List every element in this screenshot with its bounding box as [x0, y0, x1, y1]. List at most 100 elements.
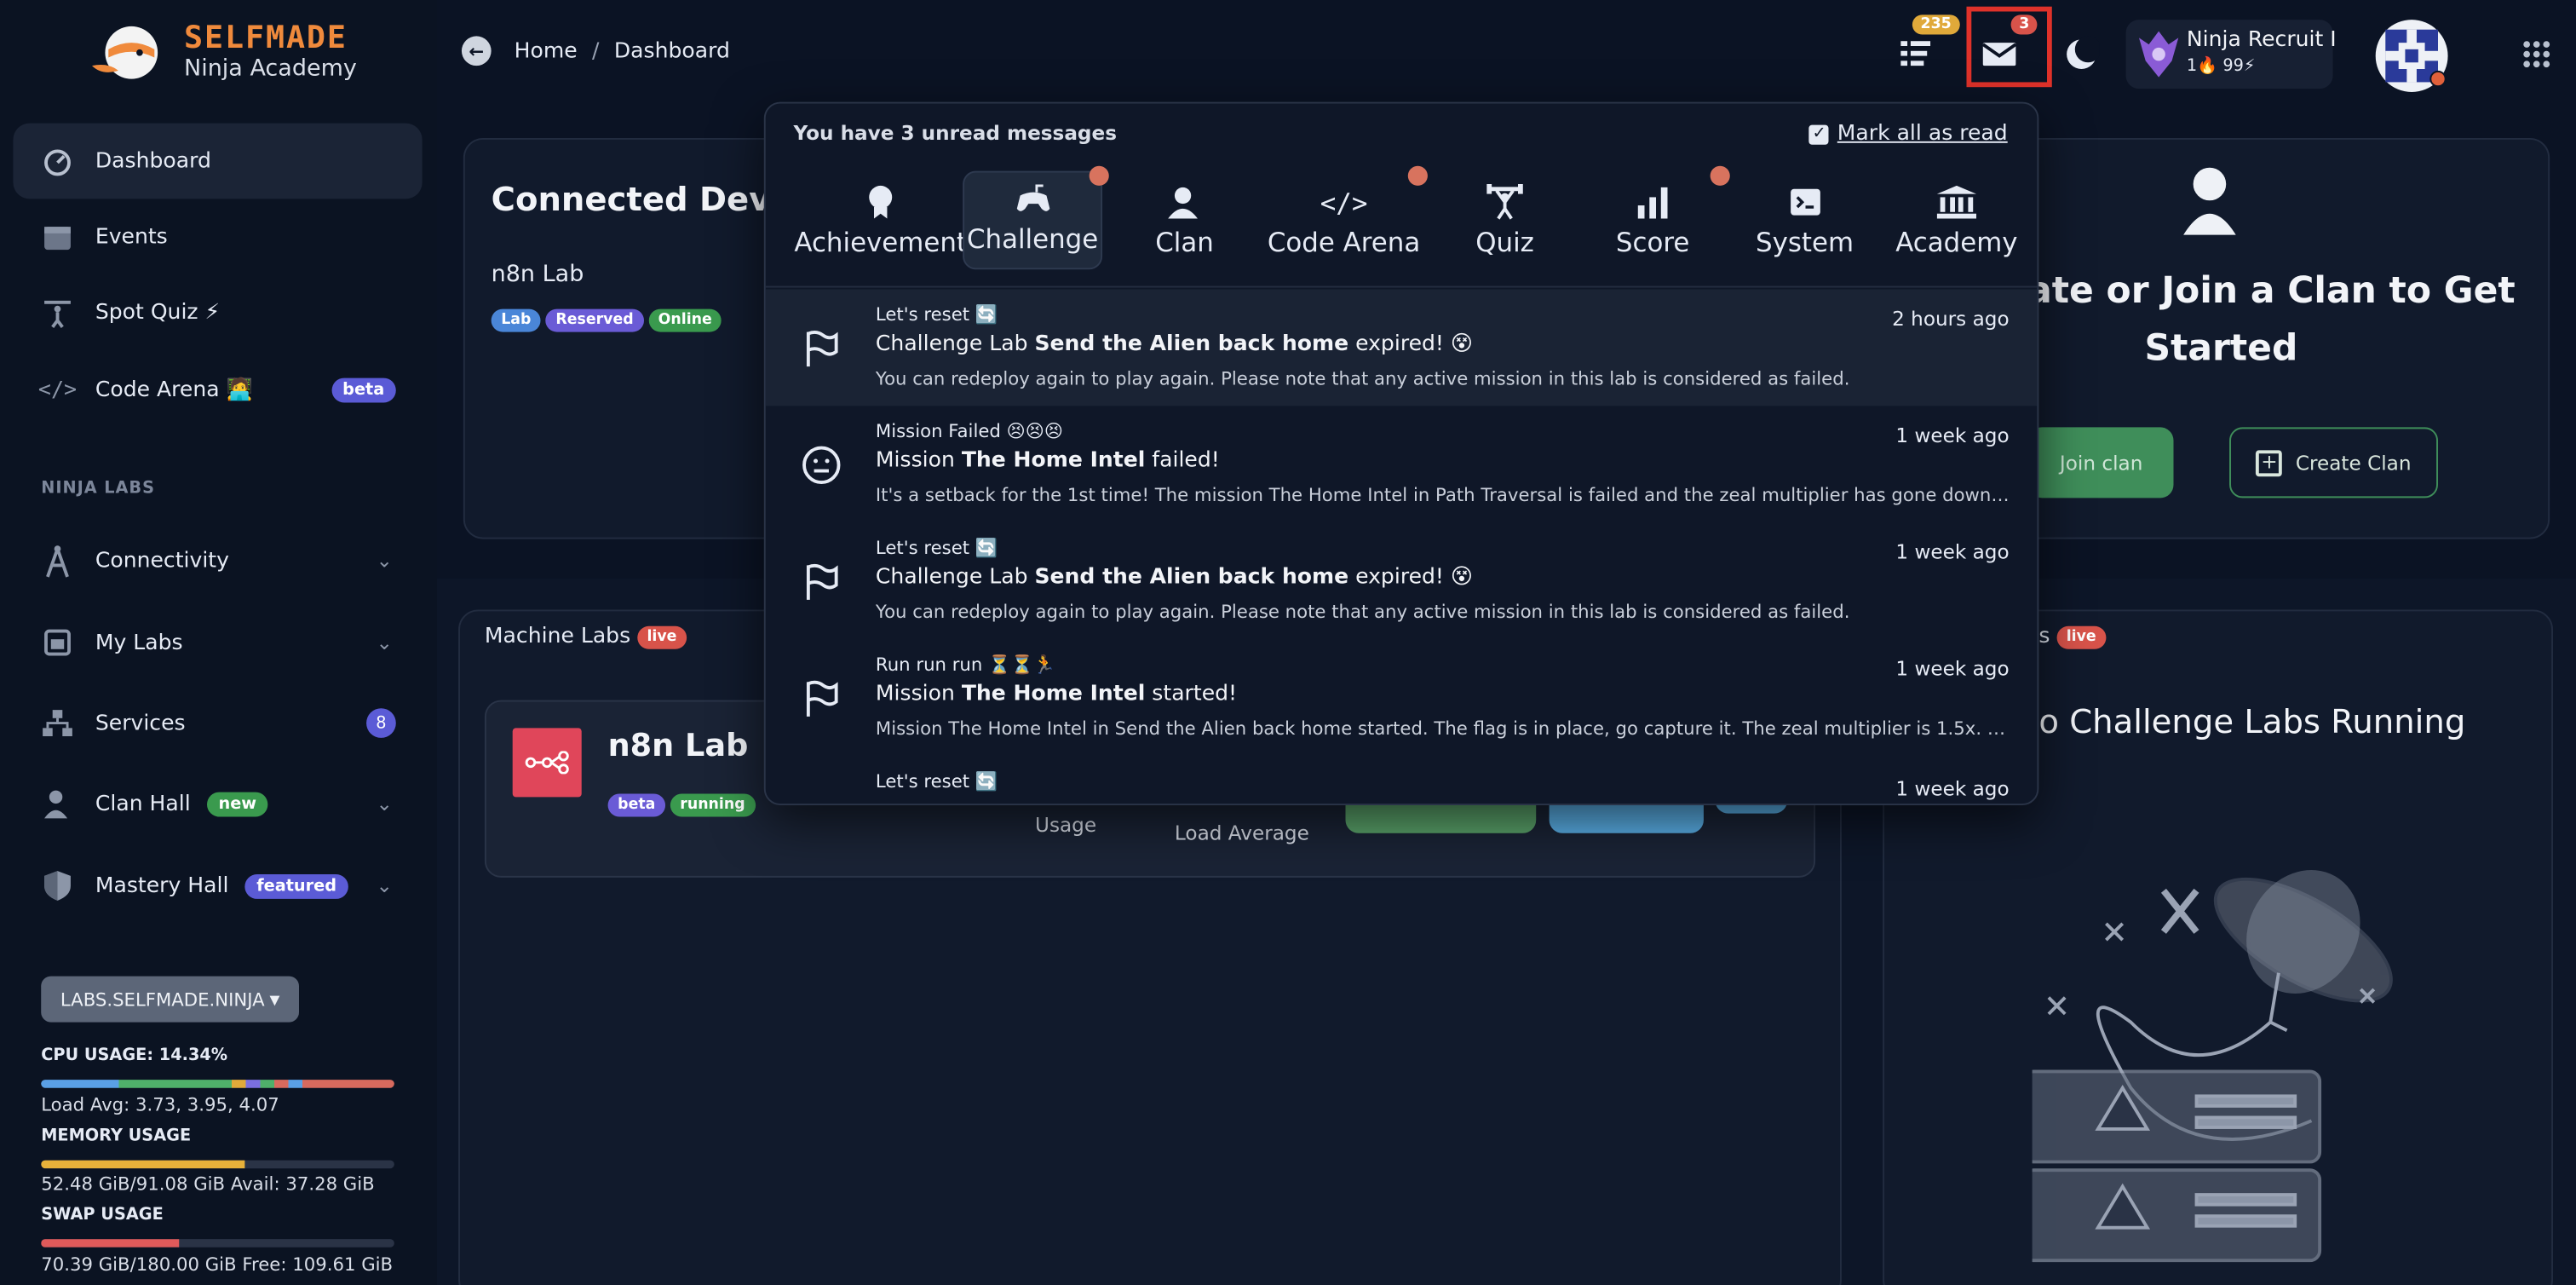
avatar[interactable]: [2375, 20, 2448, 92]
bar-chart-icon: [1636, 181, 1670, 223]
live-pill: live: [2056, 625, 2107, 648]
flag-icon: [806, 680, 838, 717]
create-clan-button[interactable]: + Create Clan: [2229, 427, 2438, 498]
sidebar-item-services[interactable]: Services 8: [13, 685, 422, 761]
cpu-load-text: Load Avg: 3.73, 3.95, 4.07: [41, 1094, 279, 1116]
sidebar-item-label: Connectivity: [95, 548, 229, 573]
message-item[interactable]: Let's reset 🔄 Challenge Lab Send the Ali…: [766, 522, 2038, 639]
message-title-bold: Send the Alien back home: [1034, 331, 1349, 357]
brand-name: SELFMADE: [183, 20, 348, 56]
theme-toggle-button[interactable]: [2063, 36, 2102, 78]
message-body: You can redeploy again to play again. Pl…: [875, 601, 1850, 623]
checkbox-checked-icon[interactable]: ✓: [1808, 124, 1830, 144]
services-count-badge: 8: [366, 708, 396, 738]
sidebar-item-clan-hall[interactable]: Clan Hall new ⌄: [13, 766, 422, 842]
weightlifter-icon: [1485, 181, 1524, 223]
breadcrumb: ← Home / Dashboard: [461, 36, 730, 66]
join-clan-button[interactable]: Join clan: [2028, 427, 2174, 498]
grid-icon: [2523, 41, 2550, 68]
new-badge: new: [206, 791, 268, 816]
message-body: Mission The Home Intel in Send the Alien…: [875, 717, 2010, 740]
lab-pill: Lab: [491, 308, 542, 332]
tab-label: Achievement: [794, 227, 967, 258]
challenge-labs-title: s: [2038, 624, 2050, 649]
load-average-label: Load Average: [1174, 821, 1309, 845]
chevron-down-icon: ⌄: [376, 792, 393, 815]
sidebar-item-label: Spot Quiz ⚡: [95, 299, 221, 325]
sidebar-item-mastery-hall[interactable]: Mastery Hall featured ⌄: [13, 848, 422, 924]
leaderboard-button[interactable]: 235: [1899, 14, 1960, 78]
brand-logo[interactable]: SELFMADE Ninja Academy: [85, 20, 357, 85]
tab-achievement[interactable]: Achievement: [782, 170, 979, 272]
breadcrumb-home[interactable]: Home: [515, 38, 578, 63]
message-title-prefix: Mission: [875, 448, 962, 474]
mark-all-read-label: Mark all as read: [1837, 121, 2008, 147]
sidebar-item-events[interactable]: Events: [13, 199, 422, 274]
message-title-bold: Send the Alien back home: [1034, 565, 1349, 591]
sidebar-item-label: Mastery Hall: [95, 873, 229, 898]
apps-grid-button[interactable]: [2521, 39, 2551, 75]
lab-pills: beta running: [607, 784, 760, 817]
tab-quiz[interactable]: Quiz: [1439, 170, 1570, 272]
message-item[interactable]: Mission Failed 😣😣😣 Mission The Home Inte…: [766, 406, 2038, 522]
tab-challenge[interactable]: Challenge: [963, 170, 1103, 270]
messages-button[interactable]: 3: [1981, 14, 2038, 75]
sidebar-item-label: My Labs: [95, 630, 183, 655]
sidebar-item-label: Services: [95, 711, 186, 736]
tab-label: Academy: [1895, 227, 2018, 258]
message-title-bold: The Home Intel: [961, 682, 1146, 707]
antenna-icon: [39, 542, 75, 578]
sidebar-item-spot-quiz[interactable]: Spot Quiz ⚡: [13, 274, 422, 350]
user-profile-chip[interactable]: Ninja Recruit I 1🔥 99⚡: [2125, 20, 2337, 89]
memory-usage-text: 52.48 GiB/91.08 GiB Avail: 37.28 GiB: [41, 1173, 375, 1196]
host-selector-dropdown[interactable]: LABS.SELFMADE.NINJA ▼: [41, 976, 299, 1023]
code-icon: </>: [37, 377, 78, 402]
tab-label: Quiz: [1475, 227, 1534, 258]
memory-usage-fill: [41, 1160, 245, 1169]
breadcrumb-current: Dashboard: [613, 38, 730, 64]
sidebar-item-code-arena[interactable]: </> Code Arena 🧑‍💻 beta: [13, 352, 422, 428]
mark-all-read-button[interactable]: ✓ Mark all as read: [1808, 121, 2008, 147]
app-root: SELFMADE Ninja Academy Dashboard Events …: [0, 0, 2576, 1285]
tab-label: Clan: [1155, 227, 1214, 258]
cpu-usage-label: CPU USAGE: 14.34%: [41, 1046, 228, 1065]
gamepad-icon: [1013, 177, 1052, 220]
usage-label: Usage: [1034, 813, 1097, 837]
message-title-prefix: Challenge Lab: [875, 565, 1035, 591]
sidebar-item-my-labs[interactable]: My Labs ⌄: [13, 605, 422, 681]
neutral-face-icon: [802, 446, 841, 484]
device-name[interactable]: n8n Lab: [492, 262, 584, 288]
user-stats: 1🔥 99⚡: [2186, 57, 2256, 76]
tab-score[interactable]: Score: [1587, 170, 1718, 272]
back-arrow-icon[interactable]: ←: [461, 36, 492, 66]
message-item[interactable]: Let's reset 🔄 1 week ago: [766, 756, 2038, 804]
live-pill: live: [636, 625, 687, 648]
section-label-ninja-labs: NINJA LABS: [41, 480, 155, 498]
beta-badge: beta: [331, 377, 396, 402]
n8n-logo-icon: [512, 728, 582, 798]
tab-system[interactable]: System: [1735, 170, 1875, 272]
terminal-icon: [1788, 181, 1821, 223]
message-kicker: Let's reset 🔄: [875, 303, 998, 326]
message-item[interactable]: Run run run ⏳⏳🏃 Mission The Home Intel s…: [766, 639, 2038, 756]
tab-clan[interactable]: Clan: [1118, 170, 1250, 272]
host-label: LABS.SELFMADE.NINJA: [60, 988, 265, 1011]
machine-labs-title: Machine Labs: [484, 624, 631, 649]
message-item[interactable]: Let's reset 🔄 Challenge Lab Send the Ali…: [765, 289, 2038, 406]
flag-icon: [806, 331, 838, 367]
sidebar-item-dashboard[interactable]: Dashboard: [13, 123, 423, 199]
sidebar-item-label: Code Arena 🧑‍💻: [95, 377, 253, 402]
reserved-pill: Reserved: [545, 308, 644, 332]
tab-academy[interactable]: Academy: [1883, 170, 2031, 272]
online-status-dot: [2429, 70, 2447, 88]
lab-box-icon: [39, 625, 75, 660]
message-time: 1 week ago: [1895, 657, 2010, 681]
message-time: 1 week ago: [1895, 540, 2010, 564]
user-silhouette-icon: [2183, 167, 2236, 235]
list-icon: [1900, 41, 1931, 66]
message-title-suffix: expired! 😵: [1348, 565, 1474, 591]
tab-code-arena[interactable]: </> Code Arena: [1258, 170, 1429, 272]
swap-usage-bar: [41, 1239, 394, 1248]
sidebar-item-connectivity[interactable]: Connectivity ⌄: [13, 522, 422, 598]
message-title-prefix: Mission: [875, 682, 962, 707]
